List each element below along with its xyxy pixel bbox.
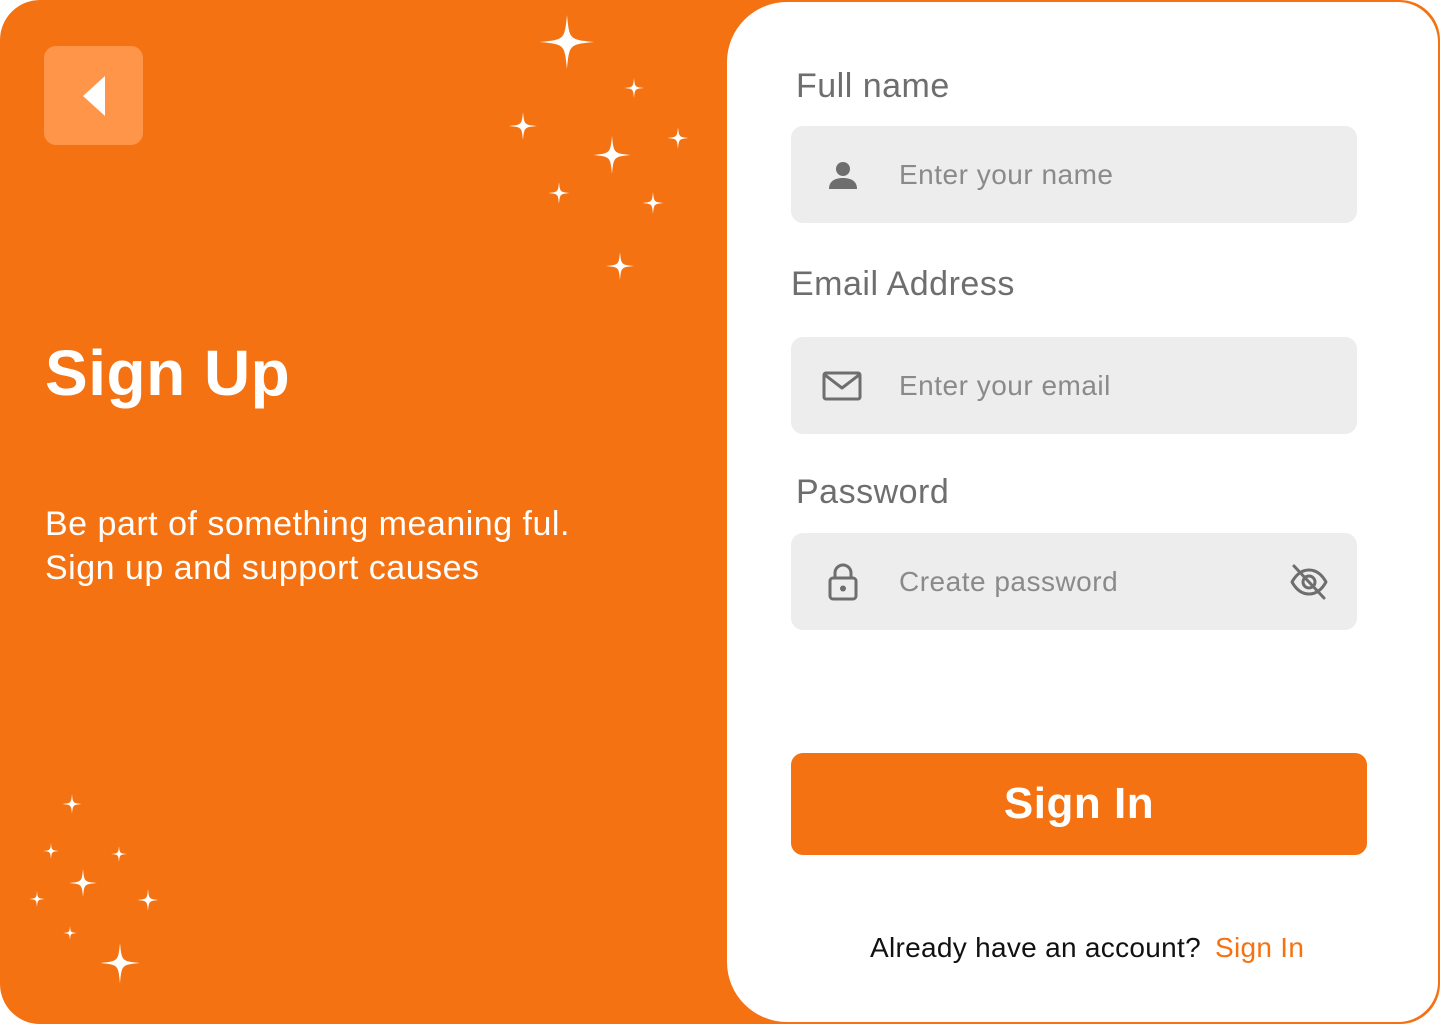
password-field[interactable] <box>791 533 1357 630</box>
sparkle-icon <box>667 127 689 149</box>
footer-prompt-text: Already have an account? <box>870 932 1201 963</box>
email-label: Email Address <box>791 265 1015 303</box>
signup-screen: Sign Up Be part of something meaning ful… <box>0 0 1440 1024</box>
sparkle-icon <box>63 926 77 940</box>
sparkle-icon <box>624 78 644 98</box>
full-name-field[interactable] <box>791 126 1357 223</box>
hero-subtitle-line: Be part of something meaning ful. <box>45 505 570 543</box>
eye-off-icon[interactable] <box>1289 564 1329 600</box>
email-field[interactable] <box>791 337 1357 434</box>
sign-in-button[interactable]: Sign In <box>791 753 1367 855</box>
email-input[interactable] <box>899 337 1269 434</box>
sparkle-icon <box>69 869 97 897</box>
password-input[interactable] <box>899 533 1269 630</box>
password-label: Password <box>796 473 950 511</box>
sparkle-icon <box>606 252 634 280</box>
sparkle-icon <box>509 112 537 140</box>
sparkle-icon <box>43 843 59 859</box>
signup-form: Full name Email Address Password <box>727 2 1438 1022</box>
full-name-input[interactable] <box>899 126 1269 223</box>
sparkle-icon <box>593 136 631 174</box>
sparkle-icon <box>100 943 140 983</box>
sign-in-link[interactable]: Sign In <box>1215 932 1304 963</box>
sparkle-icon <box>29 891 45 907</box>
page-title: Sign Up <box>45 337 291 409</box>
full-name-label: Full name <box>796 67 950 105</box>
mail-icon <box>822 370 862 402</box>
hero-subtitle-line: Sign up and support causes <box>45 549 480 587</box>
hero-panel: Sign Up Be part of something meaning ful… <box>0 0 760 1024</box>
sparkle-icon <box>111 846 127 862</box>
sparkle-icon <box>642 192 664 214</box>
sparkle-icon <box>540 15 594 69</box>
sparkle-icon <box>62 794 82 814</box>
hero-subtitle: Be part of something meaning ful. Sign u… <box>45 502 685 590</box>
sparkle-icon <box>548 182 570 204</box>
user-icon <box>827 159 859 191</box>
lock-icon <box>828 563 858 601</box>
sparkle-icon <box>137 889 159 911</box>
sign-in-prompt: Already have an account? Sign In <box>870 930 1304 966</box>
